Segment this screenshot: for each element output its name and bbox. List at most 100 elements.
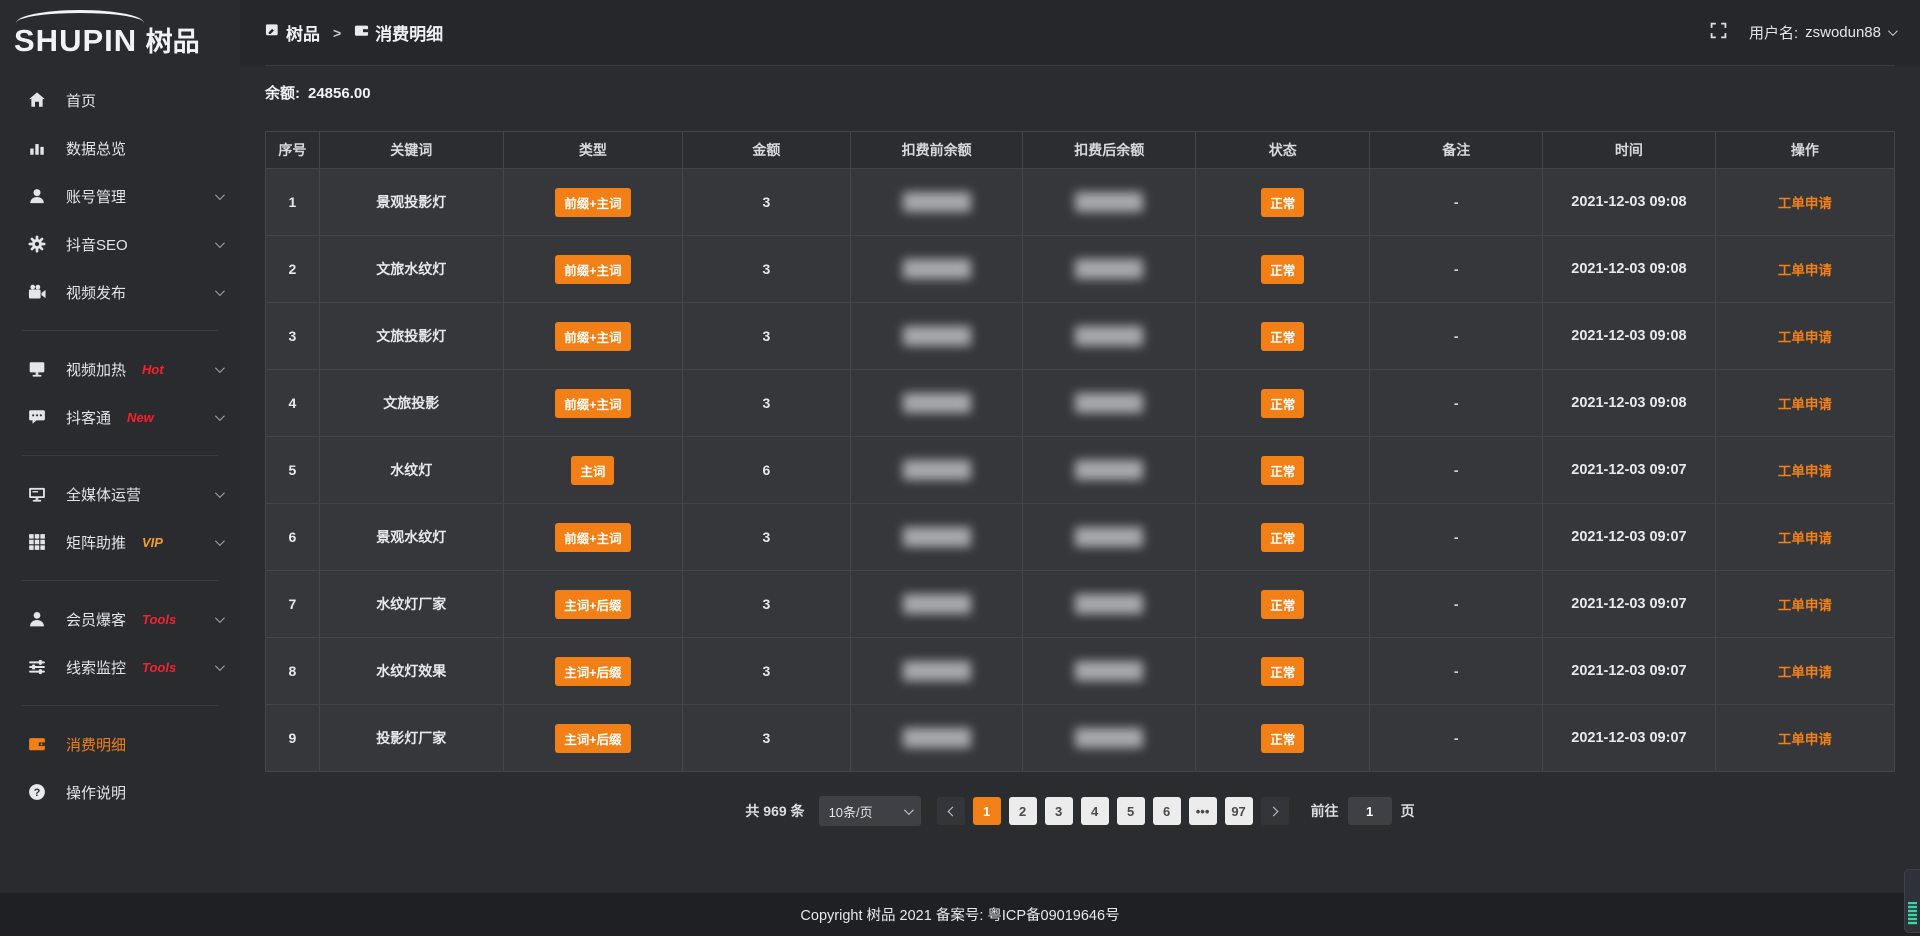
- masked-balance-before: [903, 460, 971, 480]
- username-label: 用户名:: [1749, 22, 1798, 43]
- type-badge: 前缀+主词: [555, 188, 630, 217]
- work-order-link[interactable]: 工单申请: [1778, 397, 1832, 412]
- col-status: 状态: [1196, 132, 1370, 169]
- status-badge: 正常: [1261, 724, 1304, 753]
- sidebar-item-label: 视频发布: [66, 282, 126, 303]
- status-badge: 正常: [1261, 657, 1304, 686]
- sidebar-item-douyin-seo[interactable]: 抖音SEO: [0, 220, 240, 268]
- app-logo[interactable]: SHUPIN 树品: [0, 6, 240, 68]
- masked-balance-after: [1075, 192, 1143, 212]
- breadcrumb-label: 消费明细: [375, 20, 443, 45]
- type-badge: 主词+后缀: [555, 724, 630, 753]
- user-area: 用户名: zswodun88: [1710, 22, 1895, 43]
- masked-balance-after: [1075, 460, 1143, 480]
- logo-text-zh: 树品: [146, 27, 200, 57]
- col-no: 序号: [266, 132, 320, 169]
- sidebar-item-douketong[interactable]: 抖客通 New: [0, 393, 240, 441]
- breadcrumb-home[interactable]: 树品: [265, 20, 320, 45]
- masked-balance-after: [1075, 661, 1143, 681]
- row-keyword: 投影灯厂家: [319, 705, 503, 772]
- sidebar-item-data-overview[interactable]: 数据总览: [0, 124, 240, 172]
- chat-widget-stripes: [1908, 902, 1917, 925]
- balance-value: 24856.00: [308, 85, 371, 102]
- row-keyword: 文旅投影: [319, 370, 503, 437]
- tools-badge: Tools: [142, 612, 176, 627]
- breadcrumb-current[interactable]: 消费明细: [354, 20, 443, 45]
- masked-balance-after: [1075, 594, 1143, 614]
- username-value: zswodun88: [1805, 24, 1881, 41]
- footer: Copyright 树品 2021 备案号: 粤ICP备09019646号: [0, 893, 1920, 936]
- main-content: 树品 > 消费明细 用户名: zswodun88: [240, 0, 1920, 893]
- sidebar-item-consumption-detail[interactable]: 消费明细: [0, 720, 240, 768]
- sidebar-nav: 首页 数据总览 账号管理 抖音SEO 视频发布: [0, 68, 240, 816]
- row-no: 2: [266, 236, 320, 303]
- user-menu[interactable]: 用户名: zswodun88: [1749, 22, 1895, 43]
- sidebar-item-media-operation[interactable]: 全媒体运营: [0, 470, 240, 518]
- page-button-5[interactable]: 5: [1117, 797, 1145, 825]
- question-icon: ?: [28, 783, 46, 801]
- row-no: 8: [266, 638, 320, 705]
- chat-icon: [28, 408, 46, 426]
- tools-badge: Tools: [142, 660, 176, 675]
- sidebar-item-label: 消费明细: [66, 734, 126, 755]
- sidebar-divider: [22, 330, 218, 331]
- row-remark: -: [1370, 504, 1543, 571]
- breadcrumb-separator: >: [333, 25, 341, 41]
- sidebar-item-label: 会员爆客: [66, 609, 126, 630]
- sidebar-item-home[interactable]: 首页: [0, 76, 240, 124]
- page-ellipsis-button[interactable]: •••: [1189, 797, 1217, 825]
- page-button-4[interactable]: 4: [1081, 797, 1109, 825]
- fullscreen-icon[interactable]: [1710, 22, 1727, 43]
- page-button-2[interactable]: 2: [1009, 797, 1037, 825]
- sidebar-item-lead-monitor[interactable]: 线索监控 Tools: [0, 643, 240, 691]
- goto-page-input[interactable]: [1348, 797, 1392, 825]
- next-page-button[interactable]: [1261, 797, 1289, 825]
- monitor-icon: [28, 485, 46, 503]
- sidebar-item-video-heat[interactable]: 视频加热 Hot: [0, 345, 240, 393]
- masked-balance-before: [903, 661, 971, 681]
- page-button-1[interactable]: 1: [973, 797, 1001, 825]
- page-button-3[interactable]: 3: [1045, 797, 1073, 825]
- work-order-link[interactable]: 工单申请: [1778, 732, 1832, 747]
- page-size-select[interactable]: 10条/页: [819, 796, 921, 826]
- work-order-link[interactable]: 工单申请: [1778, 196, 1832, 211]
- pagination: 共 969 条 10条/页 1 2 3 4 5 6 ••• 97 前往 页: [240, 796, 1920, 826]
- page-button-97[interactable]: 97: [1225, 797, 1253, 825]
- member-icon: [28, 610, 46, 628]
- work-order-link[interactable]: 工单申请: [1778, 263, 1832, 278]
- chat-widget[interactable]: [1904, 869, 1920, 933]
- page-button-6[interactable]: 6: [1153, 797, 1181, 825]
- work-order-link[interactable]: 工单申请: [1778, 464, 1832, 479]
- sidebar-item-video-publish[interactable]: 视频发布: [0, 268, 240, 316]
- work-order-link[interactable]: 工单申请: [1778, 330, 1832, 345]
- svg-text:?: ?: [34, 787, 41, 799]
- type-badge: 前缀+主词: [555, 523, 630, 552]
- work-order-link[interactable]: 工单申请: [1778, 531, 1832, 546]
- row-no: 1: [266, 169, 320, 236]
- prev-page-button[interactable]: [937, 797, 965, 825]
- col-time: 时间: [1543, 132, 1716, 169]
- col-balance-before: 扣费前余额: [850, 132, 1023, 169]
- chevron-down-icon: [215, 488, 225, 498]
- sidebar-item-member-burst[interactable]: 会员爆客 Tools: [0, 595, 240, 643]
- balance-row: 余额:24856.00: [265, 82, 1920, 103]
- chevron-down-icon: [215, 238, 225, 248]
- sidebar-item-instructions[interactable]: ? 操作说明: [0, 768, 240, 816]
- masked-balance-before: [903, 192, 971, 212]
- sidebar-divider: [22, 455, 218, 456]
- table-row: 1 景观投影灯 前缀+主词 3 正常 - 2021-12-03 09:08 工单…: [266, 169, 1895, 236]
- row-amount: 3: [683, 705, 851, 772]
- chevron-down-icon: [904, 805, 914, 815]
- work-order-link[interactable]: 工单申请: [1778, 598, 1832, 613]
- row-remark: -: [1370, 303, 1543, 370]
- sidebar-item-matrix-boost[interactable]: 矩阵助推 VIP: [0, 518, 240, 566]
- row-time: 2021-12-03 09:07: [1543, 504, 1716, 571]
- row-amount: 3: [683, 571, 851, 638]
- table-row: 9 投影灯厂家 主词+后缀 3 正常 - 2021-12-03 09:07 工单…: [266, 705, 1895, 772]
- sidebar-item-account[interactable]: 账号管理: [0, 172, 240, 220]
- row-keyword: 文旅水纹灯: [319, 236, 503, 303]
- work-order-link[interactable]: 工单申请: [1778, 665, 1832, 680]
- col-action: 操作: [1715, 132, 1894, 169]
- sidebar-item-label: 抖音SEO: [66, 234, 128, 255]
- user-icon: [28, 187, 46, 205]
